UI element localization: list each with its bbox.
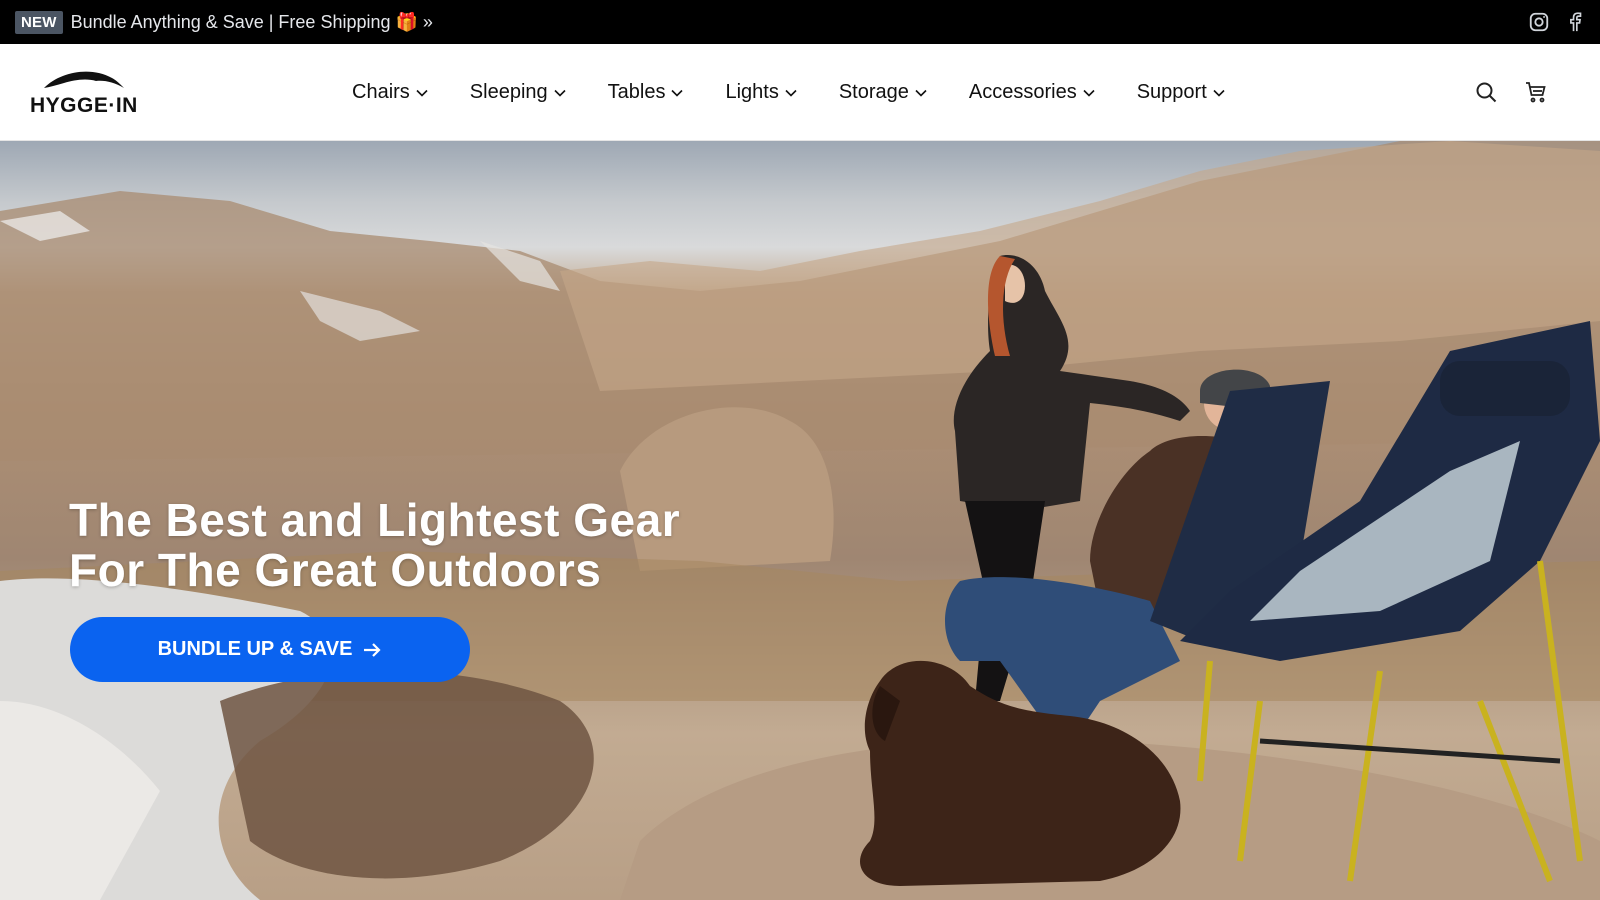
nav-item-label: Storage [838, 81, 909, 103]
chevron-down-icon [785, 89, 797, 97]
nav-item-lights[interactable]: Lights [725, 81, 797, 104]
nav-item-sleeping[interactable]: Sleeping [470, 81, 566, 104]
hero-heading-line-2: For The Great Outdoors [69, 544, 602, 596]
chevron-down-icon [915, 89, 927, 97]
nav-item-chairs[interactable]: Chairs [352, 81, 428, 104]
hero-heading-line-1: The Best and Lightest Gear [69, 494, 681, 546]
facebook-icon[interactable] [1564, 11, 1586, 33]
nav-item-label: Tables [607, 81, 666, 103]
chevron-down-icon [416, 89, 428, 97]
svg-text:HYGGE·IN: HYGGE·IN [30, 94, 138, 116]
site-header: HYGGE·IN Chairs Sleeping Tables Lights S… [0, 44, 1600, 141]
nav-item-label: Lights [725, 81, 779, 103]
announcement-link[interactable]: Bundle Anything & Save | Free Shipping 🎁… [71, 12, 433, 33]
chevron-down-icon [671, 89, 684, 97]
nav-item-tables[interactable]: Tables [608, 81, 684, 104]
social-links [1528, 11, 1586, 33]
nav-item-accessories[interactable]: Accessories [969, 81, 1095, 104]
nav-item-label: Sleeping [469, 81, 548, 103]
bundle-up-save-button[interactable]: BUNDLE UP & SAVE [70, 617, 470, 682]
nav-item-label: Accessories [968, 81, 1077, 103]
hyggein-logo[interactable]: HYGGE·IN [30, 68, 140, 117]
chevron-down-icon [1083, 89, 1095, 97]
arrow-right-icon [364, 642, 381, 657]
instagram-icon[interactable] [1528, 11, 1550, 33]
chevron-down-icon [1213, 89, 1225, 97]
announcement-bar: NEW Bundle Anything & Save | Free Shippi… [0, 0, 1600, 44]
cart-icon[interactable] [1524, 80, 1548, 104]
nav-item-label: Chairs [352, 81, 410, 103]
new-badge: NEW [15, 10, 63, 34]
main-nav: Chairs Sleeping Tables Lights Storage Ac… [352, 44, 1267, 141]
chevron-down-icon [554, 89, 566, 97]
cta-label: BUNDLE UP & SAVE [157, 638, 353, 660]
nav-item-support[interactable]: Support [1137, 81, 1225, 104]
hero-heading: The Best and Lightest Gear For The Great… [69, 495, 680, 595]
hero-banner: The Best and Lightest Gear For The Great… [0, 141, 1600, 900]
nav-item-storage[interactable]: Storage [839, 81, 927, 104]
search-icon[interactable] [1474, 80, 1498, 104]
header-actions [1474, 80, 1548, 104]
nav-item-label: Support [1136, 81, 1207, 103]
